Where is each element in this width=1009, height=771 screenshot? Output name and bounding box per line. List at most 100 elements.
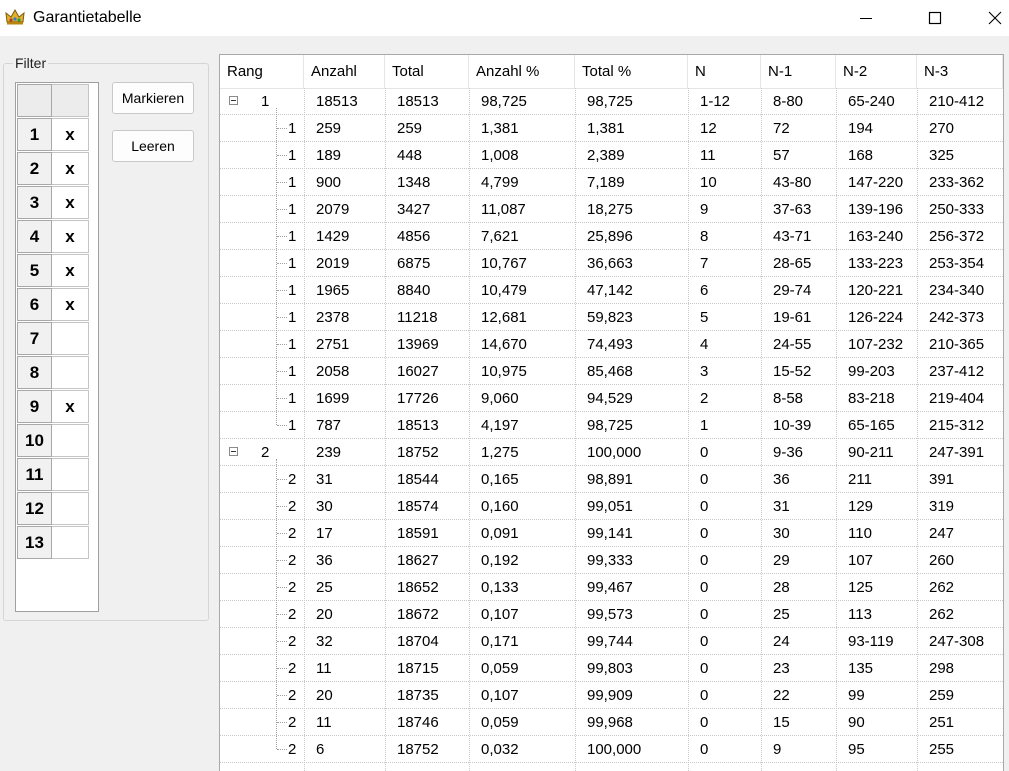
cell-n-1: 15-52 [773, 363, 812, 380]
cell-total: 59,823 [587, 309, 633, 326]
filter-row[interactable]: 1x [16, 118, 90, 152]
table-row[interactable]: 2 6 18752 0,032 100,000 0 9 95 255 [220, 736, 1003, 763]
cell-n-1: 23 [773, 660, 790, 677]
table-row[interactable]: 2 11 18715 0,059 99,803 0 23 135 298 [220, 655, 1003, 682]
cell-anzahl: 1,008 [481, 147, 519, 164]
cell-total: 1348 [397, 174, 431, 191]
table-row[interactable]: 1 900 1348 4,799 7,189 10 43-80 147-220 233-362 [220, 169, 1003, 196]
cell-rang: 1 [288, 390, 297, 407]
tree-parent-row[interactable]: 1 18513 18513 98,725 98,725 1-12 8-80 65-240 210… [220, 88, 1003, 115]
filter-row-mark[interactable]: x [52, 220, 89, 253]
maximize-button[interactable] [912, 0, 958, 36]
table-row[interactable]: 2 31 18544 0,165 98,891 0 36 211 391 [220, 466, 1003, 493]
column-header[interactable]: N-3 [917, 55, 1003, 88]
leeren-button[interactable]: Leeren [112, 130, 194, 162]
table-row[interactable]: 1 189 448 1,008 2,389 11 57 168 325 [220, 142, 1003, 169]
filter-row[interactable]: 11 [16, 458, 90, 492]
cell-total: 2,389 [587, 147, 625, 164]
table-row[interactable]: 2 36 18627 0,192 99,333 0 29 107 260 [220, 547, 1003, 574]
filter-row-mark[interactable]: x [52, 186, 89, 219]
cell-total: 99,909 [587, 687, 633, 704]
filter-row-mark[interactable] [52, 458, 89, 491]
cell-rang: 1 [288, 417, 297, 434]
filter-row-mark[interactable] [52, 322, 89, 355]
cell-total: 99,573 [587, 606, 633, 623]
filter-row-number: 12 [17, 492, 52, 525]
cell-n-2: 65-240 [848, 93, 895, 110]
cell-total: 11218 [397, 309, 438, 326]
filter-row[interactable]: 9x [16, 390, 90, 424]
filter-row-mark[interactable]: x [52, 152, 89, 185]
filter-row[interactable]: 6x [16, 288, 90, 322]
table-row[interactable]: 2 25 18652 0,133 99,467 0 28 125 262 [220, 574, 1003, 601]
cell-n-2: 90 [848, 714, 865, 731]
table-row[interactable]: 1 1429 4856 7,621 25,896 8 43-71 163-240 256-372 [220, 223, 1003, 250]
table-row[interactable]: 1 2378 11218 12,681 59,823 5 19-61 126-224 242-3… [220, 304, 1003, 331]
cell-anzahl: 11 [316, 660, 332, 677]
filter-row-mark[interactable] [52, 424, 89, 457]
table-row[interactable]: 2 30 18574 0,160 99,051 0 31 129 319 [220, 493, 1003, 520]
filter-row-mark[interactable]: x [52, 254, 89, 287]
column-header[interactable]: Total % [575, 55, 688, 88]
table-row[interactable]: 1 787 18513 4,197 98,725 1 10-39 65-165 215-312 [220, 412, 1003, 439]
filter-row[interactable]: 2x [16, 152, 90, 186]
table-row[interactable]: 1 259 259 1,381 1,381 12 72 194 270 [220, 115, 1003, 142]
cell-anzahl: 1,275 [481, 444, 519, 461]
filter-row[interactable]: 8 [16, 356, 90, 390]
cell-total: 18544 [397, 471, 439, 488]
cell-n-1: 28 [773, 579, 790, 596]
filter-row-mark[interactable]: x [52, 390, 89, 423]
filter-row-mark[interactable] [52, 492, 89, 525]
filter-grid[interactable]: 1 x 2 x 3 x 4 x 5 x 6 x 7 8 9 x 10 11 12 13 [15, 82, 99, 612]
cell-n-1: 25 [773, 606, 790, 623]
cell-rang: 2 [288, 606, 297, 623]
column-header[interactable]: Anzahl [304, 55, 385, 88]
column-header[interactable]: Rang [220, 55, 304, 88]
table-row[interactable]: 1 2079 3427 11,087 18,275 9 37-63 139-196 250-33… [220, 196, 1003, 223]
table-row[interactable]: 1 2751 13969 14,670 74,493 4 24-55 107-232 210-3… [220, 331, 1003, 358]
filter-row[interactable]: 7 [16, 322, 90, 356]
cell-n-3: 247 [929, 525, 955, 542]
tree-parent-row[interactable]: 2 239 18752 1,275 100,000 0 9-36 90-211 247-391 [220, 439, 1003, 466]
table-row[interactable]: 2 11 18746 0,059 99,968 0 15 90 251 [220, 709, 1003, 736]
cell-total: 99,744 [587, 633, 633, 650]
table-row[interactable]: 1 1965 8840 10,479 47,142 6 29-74 120-221 234-34… [220, 277, 1003, 304]
filter-row[interactable]: 10 [16, 424, 90, 458]
column-header[interactable]: Anzahl % [469, 55, 575, 88]
column-header[interactable]: N-2 [836, 55, 917, 88]
table-row[interactable]: 2 17 18591 0,091 99,141 0 30 110 247 [220, 520, 1003, 547]
collapse-icon[interactable] [229, 96, 238, 105]
table-row[interactable]: 2 32 18704 0,171 99,744 0 24 93-119 247-308 [220, 628, 1003, 655]
tree-connector [277, 128, 287, 129]
filter-row-mark[interactable] [52, 356, 89, 389]
filter-row-mark[interactable]: x [52, 118, 89, 151]
filter-row-number: 6 [17, 288, 52, 321]
cell-rang: 1 [288, 228, 297, 245]
table-row[interactable]: 1 1699 17726 9,060 94,529 2 8-58 83-218 219-404 [220, 385, 1003, 412]
minimize-button[interactable] [843, 0, 889, 36]
filter-row-mark[interactable] [52, 526, 89, 559]
filter-row-number: 3 [17, 186, 52, 219]
cell-anzahl: 259 [316, 120, 342, 137]
filter-row[interactable]: 12 [16, 492, 90, 526]
table-row[interactable]: 1 2019 6875 10,767 36,663 7 28-65 133-223 253-35… [220, 250, 1003, 277]
column-header[interactable]: N-1 [761, 55, 836, 88]
column-header[interactable]: Total [385, 55, 469, 88]
close-button[interactable] [980, 0, 1009, 36]
column-header[interactable]: N [688, 55, 761, 88]
cell-anzahl: 20 [316, 687, 333, 704]
table-row[interactable]: 2 20 18735 0,107 99,909 0 22 99 259 [220, 682, 1003, 709]
filter-row[interactable]: 13 [16, 526, 90, 560]
table-row[interactable]: 2 20 18672 0,107 99,573 0 25 113 262 [220, 601, 1003, 628]
filter-row[interactable]: 4x [16, 220, 90, 254]
tree-connector [277, 668, 287, 669]
guarantee-table[interactable]: Rang Anzahl Total Anzahl % Total % N N-1 N-2 N-3… [219, 54, 1004, 771]
markieren-button[interactable]: Markieren [112, 82, 194, 114]
table-row[interactable]: 1 2058 16027 10,975 85,468 3 15-52 99-203 237-41… [220, 358, 1003, 385]
filter-row[interactable]: 3x [16, 186, 90, 220]
cell-total: 13969 [397, 336, 439, 353]
cell-anzahl: 17 [316, 525, 333, 542]
filter-row[interactable]: 5x [16, 254, 90, 288]
filter-row-mark[interactable]: x [52, 288, 89, 321]
collapse-icon[interactable] [229, 447, 238, 456]
